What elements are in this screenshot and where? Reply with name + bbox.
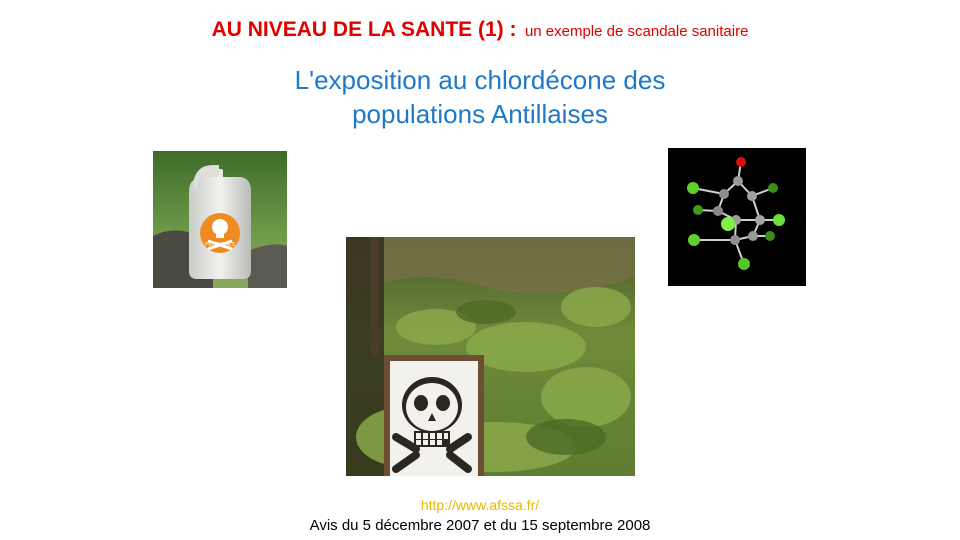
skull-warning-sign-image (346, 237, 635, 476)
subtitle-line-1: L'exposition au chlordécone des (294, 65, 666, 95)
pesticide-container-image: PESTICIDES (153, 151, 287, 288)
chlordecone-molecule-image (668, 148, 806, 286)
slide-title: AU NIVEAU DE LA SANTE (1) : un exemple d… (0, 18, 960, 42)
title-sub: un exemple de scandale sanitaire (524, 23, 749, 40)
source-link[interactable]: http://www.afssa.fr/ (0, 497, 960, 513)
pesticide-label: PESTICIDES (205, 242, 235, 248)
slide-subtitle: L'exposition au chlordécone des populati… (0, 63, 960, 131)
subtitle-line-2: populations Antillaises (352, 99, 608, 129)
title-main: AU NIVEAU DE LA SANTE (1) : (211, 18, 517, 41)
footer-note: Avis du 5 décembre 2007 et du 15 septemb… (309, 517, 651, 534)
